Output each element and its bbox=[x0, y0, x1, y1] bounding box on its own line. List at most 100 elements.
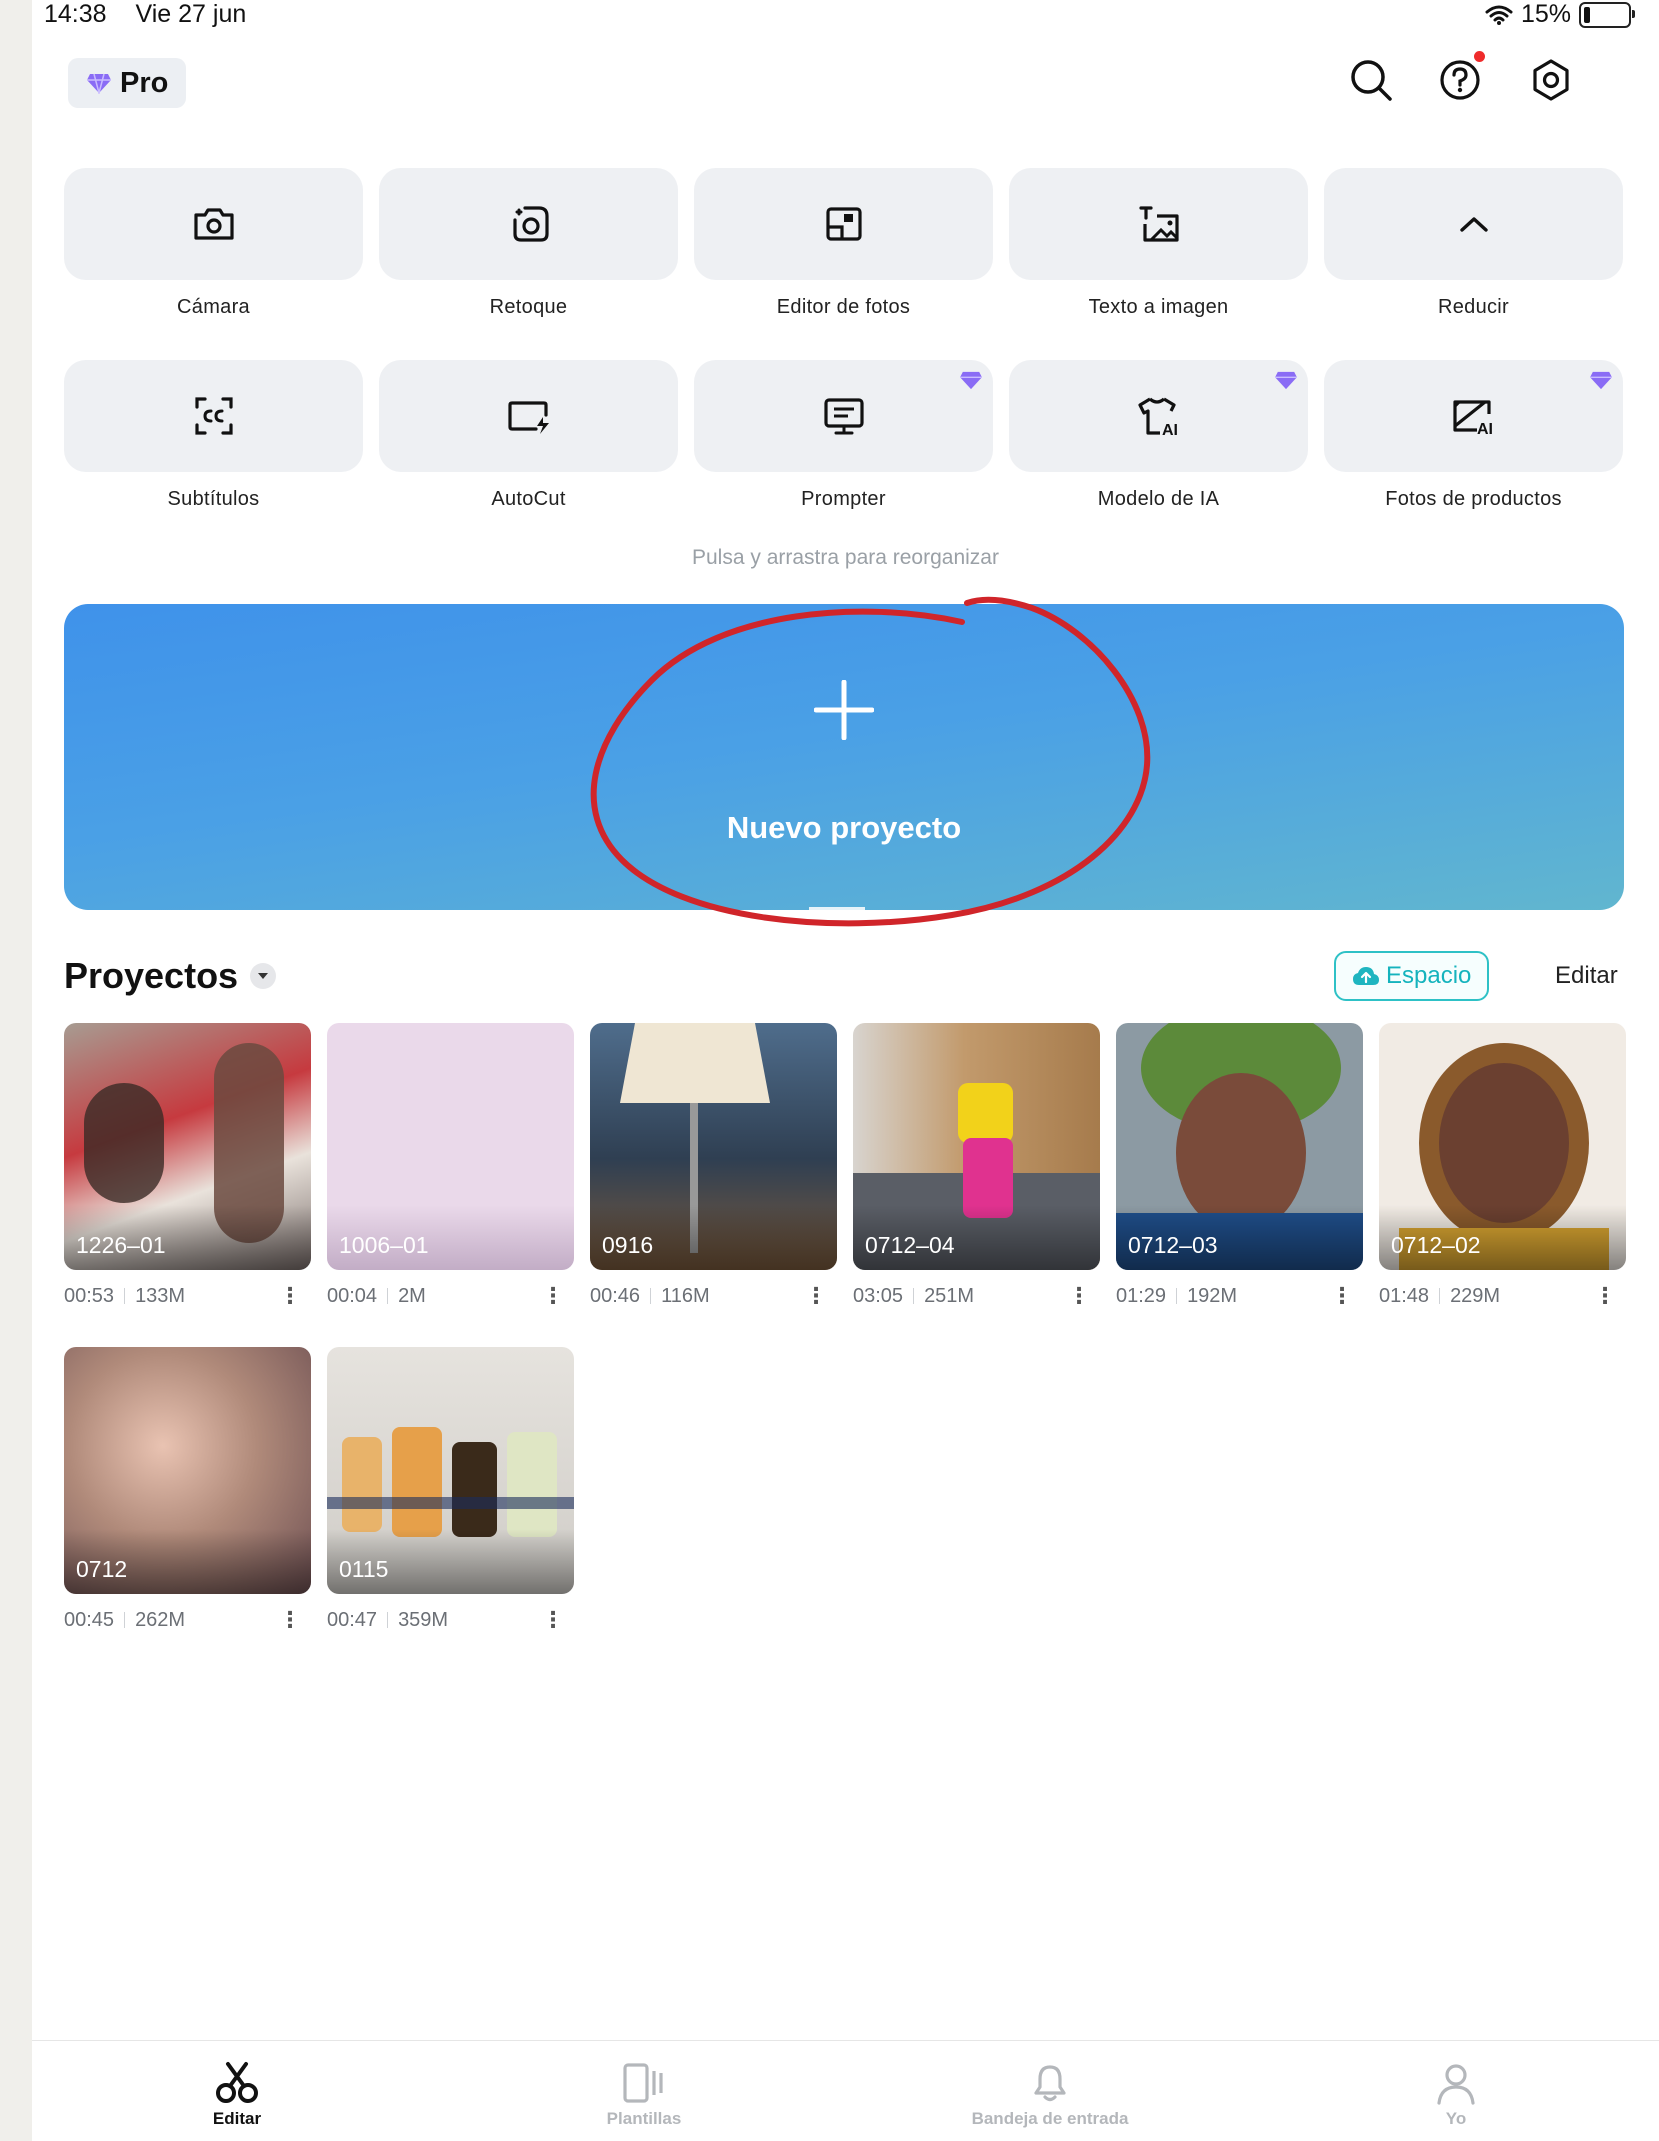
tool-product-photos[interactable]: AI Fotos de productos bbox=[1324, 360, 1623, 511]
notification-dot bbox=[1474, 51, 1485, 62]
project-thumbnail[interactable]: 0916 bbox=[590, 1023, 837, 1270]
nav-edit[interactable]: Editar bbox=[107, 2061, 367, 2129]
more-options-icon[interactable]: ⋮ bbox=[279, 1607, 301, 1633]
project-card[interactable]: 0712–02 01:48 229M ⋮ bbox=[1379, 1023, 1626, 1309]
project-card[interactable]: 0712 00:45 262M ⋮ bbox=[64, 1347, 311, 1633]
premium-gem-icon bbox=[960, 371, 982, 390]
project-duration: 01:48 bbox=[1379, 1284, 1430, 1307]
settings-icon bbox=[1533, 59, 1569, 101]
more-options-icon[interactable]: ⋮ bbox=[1331, 1283, 1353, 1309]
search-button[interactable] bbox=[1349, 58, 1392, 101]
bottom-nav: Editar Plantillas Bandeja de entrada Yo bbox=[32, 2040, 1659, 2141]
prompter-icon bbox=[823, 398, 864, 435]
projects-header[interactable]: Proyectos bbox=[64, 955, 277, 997]
tool-photo-editor[interactable]: Editor de fotos bbox=[694, 168, 993, 319]
tool-label: Editor de fotos bbox=[776, 296, 911, 318]
more-options-icon[interactable]: ⋮ bbox=[279, 1283, 301, 1309]
project-size: 251M bbox=[924, 1284, 975, 1307]
gem-icon bbox=[87, 73, 111, 94]
project-size: 192M bbox=[1187, 1284, 1238, 1307]
tool-ai-model-button[interactable]: AI bbox=[1009, 360, 1308, 472]
pro-label: Pro bbox=[120, 66, 169, 99]
nav-profile[interactable]: Yo bbox=[1326, 2061, 1586, 2129]
project-meta: 00:45 262M ⋮ bbox=[64, 1607, 311, 1633]
project-card[interactable]: 1226–01 00:53 133M ⋮ bbox=[64, 1023, 311, 1309]
premium-gem-icon bbox=[1275, 371, 1297, 390]
tool-label: Modelo de IA bbox=[1097, 488, 1220, 510]
tool-ai-model[interactable]: AI Modelo de IA bbox=[1009, 360, 1308, 511]
project-duration: 03:05 bbox=[853, 1284, 904, 1307]
tool-autocut[interactable]: AutoCut bbox=[379, 360, 678, 511]
new-project-label: Nuevo proyecto bbox=[726, 810, 962, 845]
project-thumbnail[interactable]: 0712–03 bbox=[1116, 1023, 1363, 1270]
more-options-icon[interactable]: ⋮ bbox=[1068, 1283, 1090, 1309]
nav-label: Plantillas bbox=[606, 2109, 682, 2128]
project-thumbnail[interactable]: 1006–01 bbox=[327, 1023, 574, 1270]
nav-templates[interactable]: Plantillas bbox=[514, 2061, 774, 2129]
nav-inbox[interactable]: Bandeja de entrada bbox=[920, 2061, 1180, 2129]
templates-icon bbox=[623, 2063, 663, 2103]
tool-retouch-button[interactable] bbox=[379, 168, 678, 280]
project-size: 2M bbox=[398, 1284, 426, 1307]
battery-level bbox=[1584, 6, 1591, 23]
autocut-icon bbox=[507, 401, 549, 434]
tool-captions[interactable]: Subtítulos bbox=[64, 360, 363, 511]
project-meta: 00:53 133M ⋮ bbox=[64, 1283, 311, 1309]
project-card[interactable]: 0115 00:47 359M ⋮ bbox=[327, 1347, 574, 1633]
tool-prompter-button[interactable] bbox=[694, 360, 993, 472]
camera-icon bbox=[193, 208, 234, 240]
banner-handle bbox=[809, 907, 865, 911]
project-duration: 01:29 bbox=[1116, 1284, 1167, 1307]
project-meta: 03:05 251M ⋮ bbox=[853, 1283, 1100, 1309]
settings-button[interactable] bbox=[1529, 58, 1571, 101]
more-options-icon[interactable]: ⋮ bbox=[542, 1607, 564, 1633]
more-options-icon[interactable]: ⋮ bbox=[805, 1283, 827, 1309]
project-size: 229M bbox=[1450, 1284, 1501, 1307]
edit-projects-button[interactable]: Editar bbox=[1555, 962, 1618, 990]
tool-prompter[interactable]: Prompter bbox=[694, 360, 993, 511]
tool-autocut-button[interactable] bbox=[379, 360, 678, 472]
tool-label: Prompter bbox=[801, 488, 886, 510]
more-options-icon[interactable]: ⋮ bbox=[542, 1283, 564, 1309]
project-card[interactable]: 1006–01 00:04 2M ⋮ bbox=[327, 1023, 574, 1309]
reorder-hint: Pulsa y arrastra para reorganizar bbox=[692, 546, 999, 569]
tool-camera-button[interactable] bbox=[64, 168, 363, 280]
project-duration: 00:04 bbox=[327, 1284, 378, 1307]
photo-editor-icon bbox=[825, 207, 862, 241]
project-name: 0712–04 bbox=[865, 1232, 955, 1258]
product-photo-icon: AI bbox=[1452, 400, 1493, 436]
project-name: 1006–01 bbox=[339, 1232, 429, 1258]
tool-photo-editor-button[interactable] bbox=[694, 168, 993, 280]
tool-text-to-image-button[interactable] bbox=[1009, 168, 1308, 280]
pro-button[interactable]: Pro bbox=[68, 58, 187, 108]
project-thumbnail[interactable]: 0712–02 bbox=[1379, 1023, 1626, 1270]
help-button[interactable] bbox=[1439, 51, 1485, 100]
project-thumbnail[interactable]: 0115 bbox=[327, 1347, 574, 1594]
project-thumbnail[interactable]: 0712–04 bbox=[853, 1023, 1100, 1270]
tool-collapse-button[interactable] bbox=[1324, 168, 1623, 280]
more-options-icon[interactable]: ⋮ bbox=[1594, 1283, 1616, 1309]
project-thumbnail[interactable]: 0712 bbox=[64, 1347, 311, 1594]
ai-model-icon: AI bbox=[1137, 397, 1178, 437]
project-card[interactable]: 0712–04 03:05 251M ⋮ bbox=[853, 1023, 1100, 1309]
status-bar-right: 15% bbox=[1485, 0, 1635, 29]
project-card[interactable]: 0712–03 01:29 192M ⋮ bbox=[1116, 1023, 1363, 1309]
tool-camera[interactable]: Cámara bbox=[64, 168, 363, 319]
status-date: Vie 27 jun bbox=[135, 0, 247, 28]
nav-label: Yo bbox=[1445, 2109, 1467, 2128]
new-project-button[interactable]: Nuevo proyecto bbox=[64, 604, 1624, 911]
project-card[interactable]: 0916 00:46 116M ⋮ bbox=[590, 1023, 837, 1309]
cloud-upload-icon bbox=[1353, 967, 1379, 985]
caret-down-icon[interactable] bbox=[250, 963, 277, 989]
search-icon bbox=[1351, 60, 1392, 101]
tool-collapse[interactable]: Reducir bbox=[1324, 168, 1623, 319]
premium-gem-icon bbox=[1590, 371, 1612, 390]
tool-captions-button[interactable] bbox=[64, 360, 363, 472]
status-time: 14:38 bbox=[44, 0, 107, 28]
tool-product-photos-button[interactable]: AI bbox=[1324, 360, 1623, 472]
project-thumbnail[interactable]: 1226–01 bbox=[64, 1023, 311, 1270]
tool-text-to-image[interactable]: Texto a imagen bbox=[1009, 168, 1308, 319]
space-button[interactable]: Espacio bbox=[1334, 951, 1490, 1001]
wifi-icon bbox=[1485, 5, 1513, 25]
tool-retouch[interactable]: Retoque bbox=[379, 168, 678, 319]
